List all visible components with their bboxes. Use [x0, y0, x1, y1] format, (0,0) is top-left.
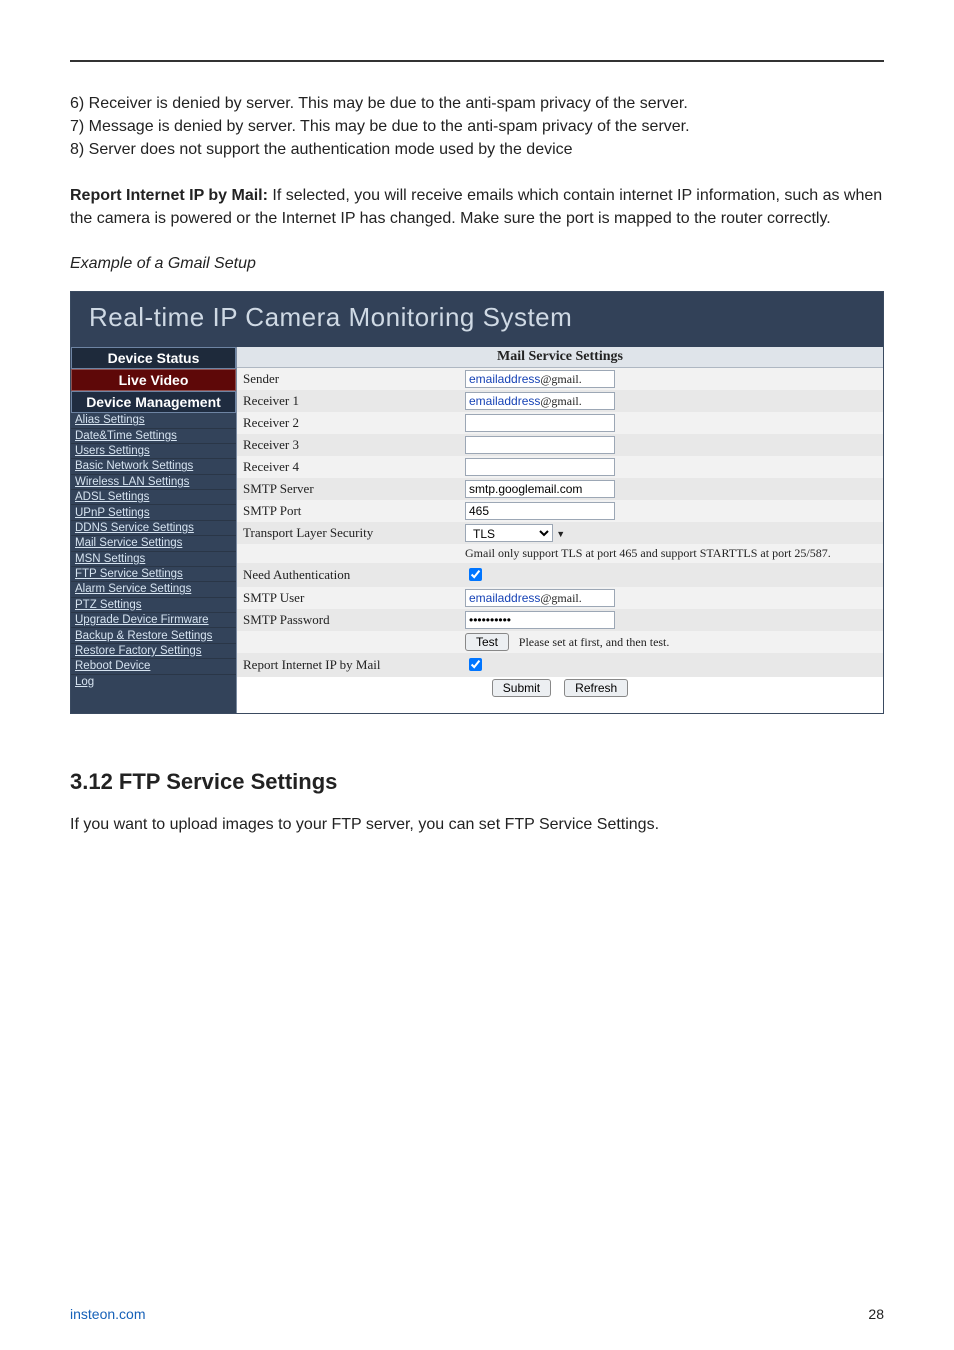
report-ip-label: Report Internet IP by Mail:	[70, 187, 268, 204]
sidebar-item-alias[interactable]: Alias Settings	[71, 413, 236, 427]
app-title: Real-time IP Camera Monitoring System	[71, 292, 883, 347]
refresh-button[interactable]: Refresh	[564, 679, 628, 697]
sidebar-item-backup[interactable]: Backup & Restore Settings	[71, 627, 236, 642]
sidebar: Device Status Live Video Device Manageme…	[71, 347, 236, 713]
mail-settings-table: Sender emailaddress@gmail. Receiver 1 em…	[237, 368, 883, 699]
smtp-user-label: SMTP User	[237, 587, 459, 609]
tls-select[interactable]: TLS	[465, 524, 553, 542]
sidebar-item-ftp[interactable]: FTP Service Settings	[71, 566, 236, 581]
sidebar-item-wlan[interactable]: Wireless LAN Settings	[71, 474, 236, 489]
footer-page-number: 28	[868, 1306, 884, 1322]
form-area: Mail Service Settings Sender emailaddres…	[236, 347, 883, 713]
report-ip-row-label: Report Internet IP by Mail	[237, 653, 459, 677]
sender-label: Sender	[237, 368, 459, 390]
sidebar-item-upnp[interactable]: UPnP Settings	[71, 504, 236, 519]
sidebar-item-datetime[interactable]: Date&Time Settings	[71, 428, 236, 443]
receiver1-label: Receiver 1	[237, 390, 459, 412]
test-row-empty	[237, 631, 459, 653]
sidebar-item-adsl[interactable]: ADSL Settings	[71, 489, 236, 504]
form-title: Mail Service Settings	[237, 347, 883, 368]
report-ip-checkbox[interactable]	[469, 658, 482, 671]
smtp-pwd-input[interactable]	[465, 611, 615, 629]
bullet-6: 6) Receiver is denied by server. This ma…	[70, 92, 884, 115]
sidebar-item-mail[interactable]: Mail Service Settings	[71, 535, 236, 550]
need-auth-checkbox[interactable]	[469, 568, 482, 581]
page-top-rule	[70, 60, 884, 62]
smtp-server-label: SMTP Server	[237, 478, 459, 500]
smtp-pwd-label: SMTP Password	[237, 609, 459, 631]
tls-hint: Gmail only support TLS at port 465 and s…	[459, 544, 883, 563]
app-screenshot: Real-time IP Camera Monitoring System De…	[70, 291, 884, 714]
sidebar-item-users[interactable]: Users Settings	[71, 443, 236, 458]
footer-site: insteon.com	[70, 1306, 145, 1322]
sidebar-item-reboot[interactable]: Reboot Device	[71, 658, 236, 673]
receiver2-input[interactable]	[465, 414, 615, 432]
sidebar-item-basic-net[interactable]: Basic Network Settings	[71, 458, 236, 473]
body-copy-block: 6) Receiver is denied by server. This ma…	[70, 92, 884, 275]
sidebar-item-log[interactable]: Log	[71, 674, 236, 689]
tls-label: Transport Layer Security	[237, 522, 459, 544]
sidebar-item-restore[interactable]: Restore Factory Settings	[71, 643, 236, 658]
sidebar-item-ptz[interactable]: PTZ Settings	[71, 597, 236, 612]
test-button[interactable]: Test	[465, 633, 509, 651]
sidebar-item-upgrade[interactable]: Upgrade Device Firmware	[71, 612, 236, 627]
receiver4-label: Receiver 4	[237, 456, 459, 478]
section-body-ftp: If you want to upload images to your FTP…	[70, 813, 884, 836]
sidebar-item-msn[interactable]: MSN Settings	[71, 551, 236, 566]
sidebar-item-alarm[interactable]: Alarm Service Settings	[71, 581, 236, 596]
smtp-port-input[interactable]	[465, 502, 615, 520]
need-auth-label: Need Authentication	[237, 563, 459, 587]
receiver2-label: Receiver 2	[237, 412, 459, 434]
sidebar-header-device-status[interactable]: Device Status	[71, 347, 236, 369]
smtp-user-input[interactable]: emailaddress@gmail.	[465, 589, 615, 607]
section-heading-ftp: 3.12 FTP Service Settings	[70, 769, 884, 795]
receiver3-input[interactable]	[465, 436, 615, 454]
tls-hint-empty	[237, 544, 459, 563]
receiver3-label: Receiver 3	[237, 434, 459, 456]
sidebar-item-ddns[interactable]: DDNS Service Settings	[71, 520, 236, 535]
page-footer: insteon.com 28	[70, 1306, 884, 1322]
sidebar-header-device-mgmt[interactable]: Device Management	[71, 391, 236, 413]
smtp-server-input[interactable]	[465, 480, 615, 498]
smtp-port-label: SMTP Port	[237, 500, 459, 522]
test-hint: Please set at first, and then test.	[519, 635, 670, 649]
example-caption: Example of a Gmail Setup	[70, 252, 884, 275]
receiver4-input[interactable]	[465, 458, 615, 476]
chevron-down-icon: ▼	[556, 529, 565, 539]
bullet-8: 8) Server does not support the authentic…	[70, 138, 884, 161]
sender-input[interactable]: emailaddress@gmail.	[465, 370, 615, 388]
receiver1-input[interactable]: emailaddress@gmail.	[465, 392, 615, 410]
bullet-7: 7) Message is denied by server. This may…	[70, 115, 884, 138]
submit-button[interactable]: Submit	[492, 679, 551, 697]
sidebar-header-live-video[interactable]: Live Video	[71, 369, 236, 391]
